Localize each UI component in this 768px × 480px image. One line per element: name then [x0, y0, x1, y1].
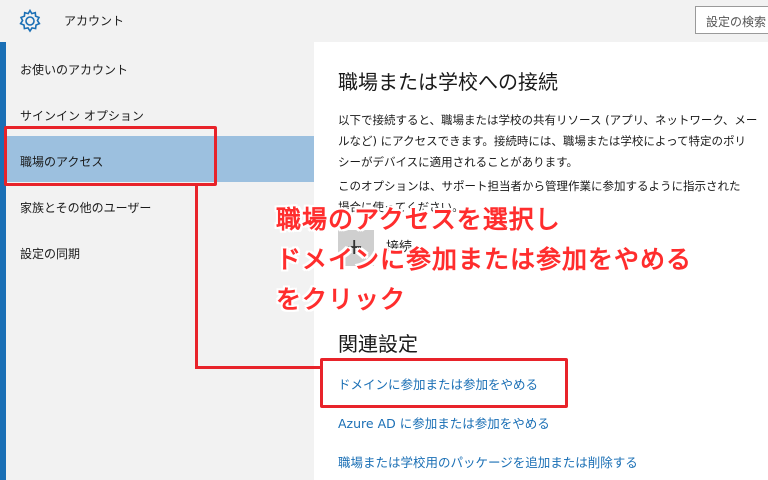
- sidebar-item-label: 設定の同期: [20, 247, 81, 261]
- sidebar-item-label: サインイン オプション: [20, 109, 144, 123]
- page-title: 職場または学校への接続: [338, 70, 558, 94]
- join-leave-azure-ad-link[interactable]: Azure AD に参加または参加をやめる: [338, 413, 550, 432]
- description-line: ルなど) にアクセスできます。接続時には、職場または学校によって特定のポリ: [338, 134, 746, 148]
- description-line: シーがデバイスに適用されることがあります。: [338, 155, 579, 169]
- annotation-text: 職場のアクセスを選択し: [276, 205, 561, 234]
- search-input[interactable]: 設定の検索: [695, 6, 768, 34]
- connector-line: [195, 366, 321, 369]
- sidebar-item-sync-settings[interactable]: 設定の同期: [6, 228, 314, 274]
- add-remove-package-link[interactable]: 職場または学校用のパッケージを追加または削除する: [338, 452, 638, 471]
- sidebar-highlight-box: [4, 126, 217, 186]
- sidebar-item-label: 家族とその他のユーザー: [20, 201, 152, 215]
- annotation-text: をクリック: [276, 285, 407, 314]
- link-highlight-box: [320, 358, 568, 408]
- connector-line: [195, 186, 198, 368]
- description: 以下で接続すると、職場または学校の共有リソース (アプリ、ネットワーク、メー ル…: [338, 110, 764, 173]
- window-title: アカウント: [64, 14, 125, 28]
- sidebar-item-label: お使いのアカウント: [20, 63, 129, 77]
- annotation-text: ドメインに参加または参加をやめる: [276, 245, 693, 274]
- title-bar: アカウント 設定の検索: [0, 0, 768, 42]
- gear-icon: [19, 8, 41, 33]
- description-line: 以下で接続すると、職場または学校の共有リソース (アプリ、ネットワーク、メー: [338, 113, 758, 127]
- related-settings-title: 関連設定: [338, 332, 418, 356]
- sidebar-item-your-account[interactable]: お使いのアカウント: [6, 44, 314, 90]
- option-note-line: このオプションは、サポート担当者から管理作業に参加するように指示された: [338, 179, 741, 193]
- sidebar-item-family-other-users[interactable]: 家族とその他のユーザー: [6, 182, 314, 228]
